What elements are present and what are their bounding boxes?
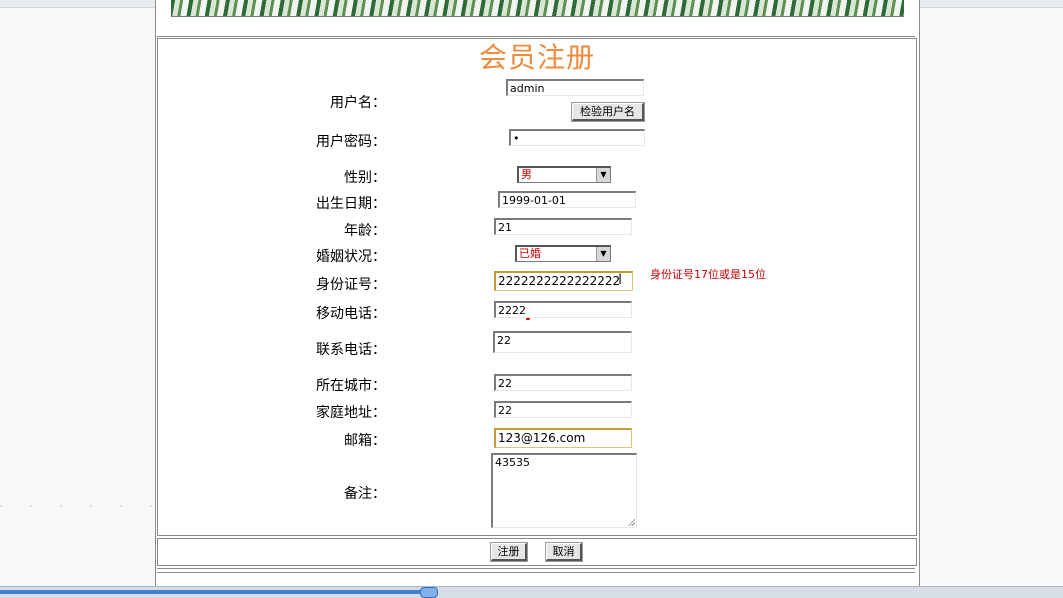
cancel-button[interactable]: 取消 [545, 542, 583, 562]
marital-select[interactable]: 已婚 ▼ [515, 245, 611, 262]
submit-button[interactable]: 注册 [490, 542, 528, 562]
username-input[interactable]: admin [506, 79, 644, 96]
horizontal-scrollbar[interactable] [0, 586, 1063, 598]
address-label: 家庭地址： [316, 405, 386, 421]
mobile-label: 移动电话： [316, 306, 386, 322]
page-container: 会员注册 用户名： admin 检验用户名 用户密码： • 性别： 男 ▼ 出生… [155, 0, 920, 597]
remark-text: 43535 [495, 456, 530, 469]
gender-select-value: 男 [521, 168, 532, 181]
password-label: 用户密码： [316, 134, 386, 150]
marital-label: 婚姻状况： [316, 249, 386, 265]
idcard-input[interactable]: 2222222222222222 [494, 271, 633, 291]
banner-image [171, 0, 904, 17]
email-label: 邮箱： [344, 433, 386, 449]
birthdate-input[interactable]: 1999-01-01 [498, 191, 636, 208]
scrollbar-progress [0, 590, 425, 594]
phone-label: 联系电话： [316, 342, 386, 358]
gender-label: 性别： [344, 170, 386, 186]
mobile-input[interactable]: 2222 [494, 301, 632, 318]
address-input[interactable]: 22 [494, 401, 632, 418]
username-label: 用户名： [330, 95, 386, 111]
birthdate-label: 出生日期： [316, 196, 386, 212]
idcard-label: 身份证号： [316, 277, 386, 293]
chevron-down-icon[interactable]: ▼ [596, 247, 610, 261]
chevron-down-icon[interactable]: ▼ [596, 168, 610, 182]
page-title: 会员注册 [478, 41, 595, 74]
idcard-error-message: 身份证号17位或是15位 [650, 268, 766, 281]
spellcheck-mark [526, 318, 530, 320]
city-label: 所在城市： [316, 378, 386, 394]
city-input[interactable]: 22 [494, 374, 632, 391]
scrollbar-thumb[interactable] [420, 587, 438, 598]
email-input[interactable]: 123@126.com [494, 428, 632, 448]
text-cursor-icon: I [618, 272, 623, 288]
phone-input[interactable]: 22 [493, 331, 632, 353]
marital-select-value: 已婚 [519, 247, 541, 260]
background-dots [0, 505, 155, 507]
resize-grip-icon[interactable] [627, 518, 635, 526]
remark-textarea[interactable]: 43535 [491, 453, 637, 528]
remark-label: 备注： [344, 486, 386, 502]
age-input[interactable]: 21 [494, 218, 632, 235]
footer-divider-inner [157, 572, 915, 573]
age-label: 年龄： [344, 223, 386, 239]
action-row [157, 538, 917, 566]
check-username-button[interactable]: 检验用户名 [571, 102, 645, 122]
password-input[interactable]: • [509, 129, 645, 146]
gender-select[interactable]: 男 ▼ [517, 166, 611, 183]
